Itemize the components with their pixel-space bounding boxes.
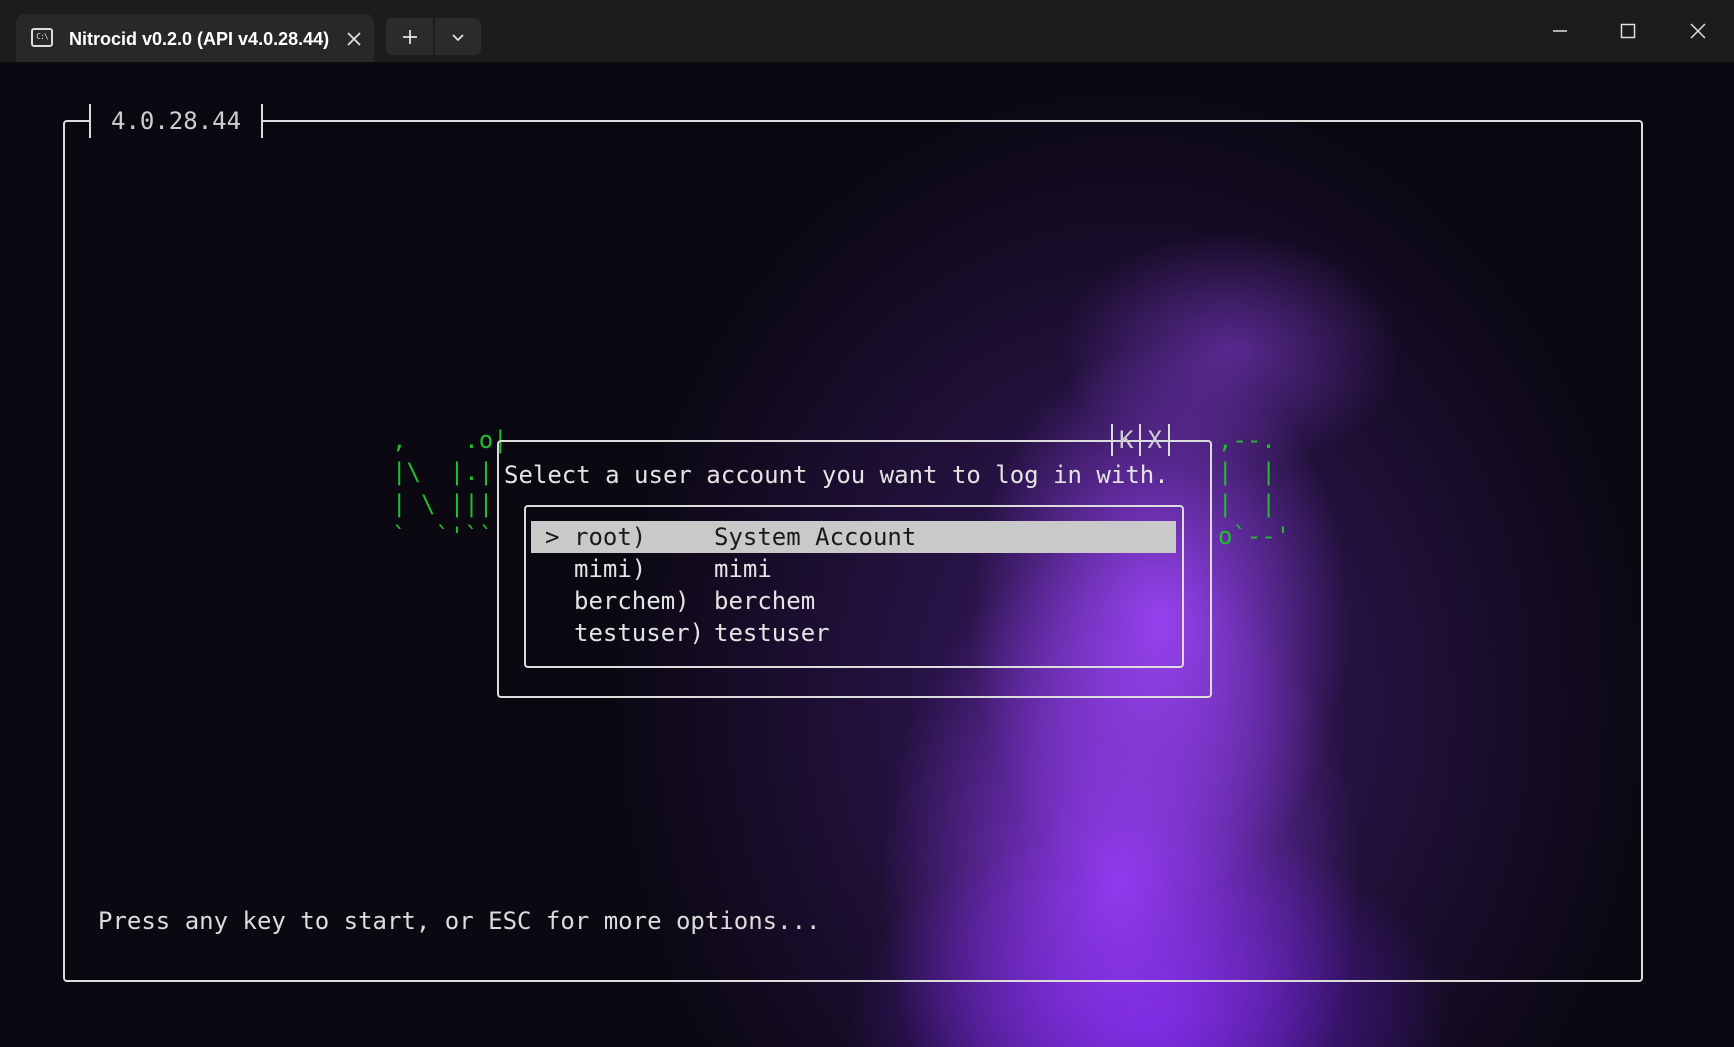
- ascii-logo-right: ,--. | | | | o`--': [1218, 426, 1291, 550]
- user-item-testuser[interactable]: testuser) testuser: [531, 617, 1176, 649]
- console-icon: C:\: [31, 28, 53, 47]
- close-icon: [1690, 23, 1706, 39]
- dialog-x-button[interactable]: X: [1139, 424, 1170, 456]
- maximize-icon: [1620, 23, 1636, 39]
- user-key: root): [574, 523, 647, 551]
- user-key: mimi): [574, 555, 647, 583]
- selection-marker: >: [545, 523, 560, 551]
- close-icon: [347, 32, 361, 46]
- user-item-mimi[interactable]: mimi) mimi: [531, 553, 1176, 585]
- user-key: berchem): [574, 587, 690, 615]
- tab-title: Nitrocid v0.2.0 (API v4.0.28.44): [69, 29, 330, 49]
- version-label: 4.0.28.44: [89, 104, 264, 138]
- user-name: System Account: [714, 523, 917, 551]
- user-name: berchem: [714, 587, 816, 615]
- title-bar: C:\ Nitrocid v0.2.0 (API v4.0.28.44): [0, 0, 1734, 66]
- terminal-window: C:\ Nitrocid v0.2.0 (API v4.0.28.44) 4.0…: [0, 0, 1734, 1047]
- new-tab-button[interactable]: [386, 18, 433, 55]
- tab-dropdown-button[interactable]: [435, 18, 481, 55]
- start-hint: Press any key to start, or ESC for more …: [98, 907, 821, 935]
- close-window-button[interactable]: [1664, 0, 1732, 62]
- dialog-k-button[interactable]: K: [1111, 424, 1139, 456]
- close-tab-button[interactable]: [341, 26, 367, 52]
- ascii-logo-left: , .o| |\ |.| | \ ||| ` `'``: [392, 426, 508, 550]
- user-key: testuser): [574, 619, 705, 647]
- user-item-berchem[interactable]: berchem) berchem: [531, 585, 1176, 617]
- tab-nitrocid[interactable]: C:\ Nitrocid v0.2.0 (API v4.0.28.44): [16, 14, 374, 66]
- maximize-button[interactable]: [1594, 0, 1662, 62]
- dialog-prompt: Select a user account you want to log in…: [504, 461, 1169, 489]
- minimize-button[interactable]: [1526, 0, 1594, 62]
- user-name: testuser: [714, 619, 830, 647]
- plus-icon: [402, 29, 417, 44]
- chevron-down-icon: [452, 33, 464, 41]
- terminal-area[interactable]: 4.0.28.44 , .o| |\ |.| | \ ||| ` `'`` ,-…: [0, 62, 1734, 1047]
- minimize-icon: [1553, 30, 1567, 32]
- dialog-buttons: KX: [1111, 424, 1170, 456]
- user-item-root[interactable]: > root) System Account: [531, 521, 1176, 553]
- user-name: mimi: [714, 555, 772, 583]
